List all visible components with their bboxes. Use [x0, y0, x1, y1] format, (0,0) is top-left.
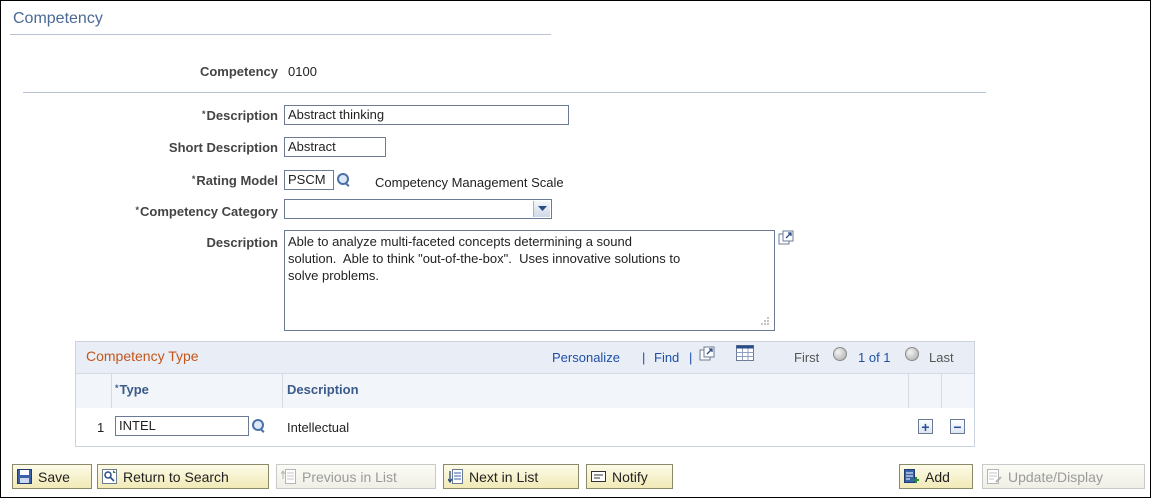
- download-grid-icon[interactable]: [736, 345, 754, 361]
- description-label-text: Description: [206, 108, 278, 123]
- long-description-label: Description: [206, 235, 278, 250]
- nav-separator: |: [689, 350, 693, 365]
- next-row-icon: [905, 347, 919, 361]
- description-input[interactable]: Abstract thinking: [284, 105, 569, 125]
- type-description: Intellectual: [287, 420, 350, 435]
- required-marker: *: [135, 205, 140, 215]
- grid-column-header: [76, 373, 974, 409]
- grid-title: Competency Type: [86, 348, 199, 364]
- required-marker: *: [201, 109, 206, 119]
- short-description-label: Short Description: [168, 140, 278, 155]
- previous-in-list-label: Previous in List: [302, 468, 397, 485]
- section-divider: [23, 92, 986, 93]
- last-label: Last: [929, 350, 954, 365]
- return-to-search-label: Return to Search: [123, 468, 229, 485]
- required-marker: *: [115, 383, 119, 393]
- competency-category-label: *Competency Category: [136, 204, 279, 219]
- add-button[interactable]: Add: [899, 464, 973, 489]
- update-display-button[interactable]: Update/Display: [982, 464, 1145, 489]
- previous-in-list-icon: [281, 469, 296, 484]
- expand-textarea-icon[interactable]: [778, 230, 794, 246]
- notify-label: Notify: [612, 468, 648, 485]
- previous-row-icon: [833, 347, 847, 361]
- type-column-header: *Type: [115, 382, 149, 397]
- type-input[interactable]: INTEL: [115, 416, 249, 436]
- rating-model-description: Competency Management Scale: [375, 175, 564, 190]
- chevron-down-icon[interactable]: [533, 201, 550, 217]
- competency-value: 0100: [288, 64, 317, 79]
- description-label: *Description: [202, 108, 278, 123]
- page-title: Competency: [13, 10, 103, 27]
- rating-model-label-text: Rating Model: [196, 173, 278, 188]
- first-label: First: [794, 350, 820, 365]
- add-label: Add: [925, 468, 950, 485]
- type-column-header-text: Type: [119, 382, 149, 397]
- next-in-list-label: Next in List: [469, 468, 539, 485]
- return-to-search-icon: [102, 469, 117, 484]
- resize-grip-icon[interactable]: [758, 314, 770, 326]
- short-description-input[interactable]: Abstract: [284, 137, 386, 157]
- title-underline: [10, 34, 551, 35]
- save-label: Save: [38, 468, 70, 485]
- update-display-label: Update/Display: [1008, 468, 1103, 485]
- long-description-textarea[interactable]: Able to analyze multi-faceted concepts d…: [284, 230, 775, 331]
- next-in-list-button[interactable]: Next in List: [443, 464, 579, 489]
- save-icon: [17, 469, 32, 484]
- competency-label: Competency: [199, 64, 278, 79]
- notify-icon: [591, 471, 606, 482]
- save-button[interactable]: Save: [12, 464, 92, 489]
- view-all-icon[interactable]: [699, 346, 715, 362]
- delete-row-button[interactable]: −: [950, 419, 965, 434]
- competency-category-label-text: Competency Category: [140, 204, 278, 219]
- next-in-list-icon: [448, 469, 463, 484]
- nav-separator: |: [642, 350, 646, 365]
- update-display-icon: [987, 469, 1002, 484]
- return-to-search-button[interactable]: Return to Search: [97, 464, 269, 489]
- notify-button[interactable]: Notify: [586, 464, 673, 489]
- required-marker: *: [191, 174, 196, 184]
- type-lookup-icon[interactable]: [251, 418, 265, 433]
- previous-in-list-button[interactable]: Previous in List: [276, 464, 436, 489]
- row-range: 1 of 1: [858, 350, 891, 365]
- add-icon: [904, 469, 919, 483]
- find-link[interactable]: Find: [654, 350, 679, 365]
- rating-model-label: *Rating Model: [192, 173, 278, 188]
- rating-model-lookup-icon[interactable]: [336, 172, 350, 187]
- rating-model-input[interactable]: PSCM: [284, 170, 334, 190]
- competency-category-select[interactable]: [284, 199, 552, 219]
- row-number: 1: [97, 420, 105, 435]
- description-column-header: Description: [287, 382, 359, 397]
- page-frame: Competency Competency 0100 *Description …: [0, 0, 1151, 498]
- add-row-button[interactable]: +: [918, 419, 933, 434]
- personalize-link[interactable]: Personalize: [552, 350, 620, 365]
